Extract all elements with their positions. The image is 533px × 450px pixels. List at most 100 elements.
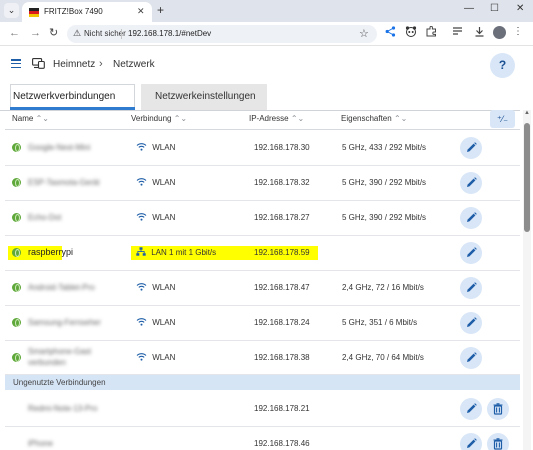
- browser-menu-icon[interactable]: ⋮: [513, 26, 523, 37]
- properties-cell: 5 GHz, 390 / 292 Mbit/s: [342, 213, 427, 222]
- sort-icon: ⌃⌄: [393, 114, 408, 123]
- breadcrumb-heimnetz[interactable]: Heimnetz: [53, 59, 95, 70]
- column-header-connection[interactable]: Verbindung ⌃⌄: [131, 114, 187, 123]
- scroll-up-arrow-icon[interactable]: ▲: [524, 110, 530, 116]
- profile-avatar[interactable]: [493, 26, 506, 39]
- column-header-properties[interactable]: Eigenschaften ⌃⌄: [341, 114, 407, 123]
- table-row[interactable]: Smartphone-Gast verbunden WLAN 192.168.1…: [5, 341, 520, 375]
- maximize-button[interactable]: ☐: [490, 3, 499, 14]
- online-globe-icon: [12, 178, 21, 187]
- ip-cell: 192.168.178.32: [254, 178, 310, 187]
- pencil-icon: [460, 317, 482, 336]
- ip-cell: 192.168.178.47: [254, 283, 310, 292]
- device-name[interactable]: ESP-Tasmota-Gerät: [28, 178, 100, 187]
- tab-divider: [0, 110, 520, 111]
- pencil-icon: [460, 177, 482, 196]
- table-row[interactable]: Android-Tablet-Pro WLAN 192.168.178.47 2…: [5, 271, 520, 306]
- column-header-name[interactable]: Name ⌃⌄: [12, 114, 49, 123]
- online-globe-icon: [12, 213, 21, 222]
- online-globe-icon: [12, 283, 21, 292]
- share-icon[interactable]: [385, 26, 396, 42]
- edit-button[interactable]: [460, 172, 482, 194]
- tab-netzwerkverbindungen-label: Netzwerkverbindungen: [13, 91, 116, 102]
- delete-button[interactable]: [487, 398, 509, 420]
- properties-cell: 5 GHz, 433 / 292 Mbit/s: [342, 143, 427, 152]
- device-name[interactable]: Redmi-Note-13-Pro: [28, 404, 97, 413]
- pencil-icon: [460, 247, 482, 266]
- reload-button[interactable]: ↻: [49, 27, 58, 39]
- reading-list-icon[interactable]: [452, 26, 463, 42]
- connection-cell: WLAN: [136, 212, 175, 222]
- table-row[interactable]: Google-Nest-Mini WLAN 192.168.178.30 5 G…: [5, 131, 520, 166]
- download-icon[interactable]: [474, 26, 485, 42]
- omnibox-divider: [121, 29, 122, 39]
- online-globe-icon: [12, 143, 21, 152]
- close-window-button[interactable]: ✕: [516, 3, 524, 14]
- ip-cell: 192.168.178.30: [254, 143, 310, 152]
- device-name[interactable]: Android-Tablet-Pro: [28, 283, 95, 292]
- ip-cell: 192.168.178.38: [254, 353, 310, 362]
- security-label[interactable]: Nicht sicher: [84, 29, 126, 38]
- wifi-icon: [136, 353, 150, 362]
- lan-icon: [136, 247, 149, 257]
- sort-options-button[interactable]: ⁺⁄₋: [490, 110, 515, 128]
- connection-cell: WLAN: [136, 352, 175, 362]
- edit-button[interactable]: [460, 207, 482, 229]
- back-button[interactable]: ←: [9, 27, 20, 39]
- browser-tab[interactable]: FRITZ!Box 7490 ✕: [22, 2, 152, 22]
- edit-button[interactable]: [460, 398, 482, 420]
- wifi-icon: [136, 178, 150, 187]
- ip-cell: 192.168.178.46: [254, 439, 310, 448]
- connection-cell: LAN 1 mit 1 Gbit/s: [136, 247, 216, 257]
- delete-button[interactable]: [487, 433, 509, 450]
- ip-cell: 192.168.178.24: [254, 318, 310, 327]
- url-text[interactable]: 192.168.178.1/#netDev: [128, 29, 211, 38]
- device-name[interactable]: Echo-Dot: [28, 213, 61, 222]
- extension-panda-icon[interactable]: [405, 26, 417, 42]
- table-row[interactable]: Redmi-Note-13-Pro 192.168.178.21: [5, 392, 520, 427]
- edit-button[interactable]: [460, 242, 482, 264]
- edit-button[interactable]: [460, 433, 482, 450]
- edit-button[interactable]: [460, 347, 482, 369]
- table-row[interactable]: ESP-Tasmota-Gerät WLAN 192.168.178.32 5 …: [5, 166, 520, 201]
- edit-button[interactable]: [460, 277, 482, 299]
- hamburger-menu-icon[interactable]: [11, 59, 21, 69]
- scrollbar-thumb[interactable]: [524, 123, 530, 232]
- device-name[interactable]: iPhone: [28, 439, 53, 448]
- breadcrumb-separator: ›: [99, 58, 103, 70]
- breadcrumb-current: Netzwerk: [113, 59, 155, 70]
- address-bar[interactable]: ⚠ Nicht sicher 192.168.178.1/#netDev ☆: [67, 25, 377, 43]
- device-name[interactable]: Samsung-Fernseher: [28, 318, 101, 327]
- wifi-icon: [136, 143, 150, 152]
- help-button[interactable]: ?: [490, 53, 515, 78]
- sort-icon: ⌃⌄: [290, 114, 305, 123]
- pencil-icon: [460, 142, 482, 161]
- connection-cell: WLAN: [136, 317, 175, 327]
- new-tab-button[interactable]: +: [157, 3, 164, 17]
- extensions-puzzle-icon[interactable]: [426, 25, 437, 42]
- table-row[interactable]: Echo-Dot WLAN 192.168.178.27 5 GHz, 390 …: [5, 201, 520, 236]
- tab-title: FRITZ!Box 7490: [44, 7, 103, 16]
- minimize-button[interactable]: —: [464, 3, 474, 14]
- bookmark-star-icon[interactable]: ☆: [359, 27, 369, 40]
- heimnetz-icon: [32, 58, 45, 69]
- properties-cell: 5 GHz, 390 / 292 Mbit/s: [342, 178, 427, 187]
- fritzbox-favicon-icon: [29, 8, 39, 17]
- table-row[interactable]: iPhone 192.168.178.46: [5, 427, 520, 450]
- tab-close-icon[interactable]: ✕: [137, 6, 145, 17]
- pencil-icon: [460, 212, 482, 231]
- browser-tabstrip: ⌄ FRITZ!Box 7490 ✕ + — ☐ ✕: [0, 0, 533, 22]
- column-header-ip[interactable]: IP-Adresse ⌃⌄: [249, 114, 304, 123]
- table-row[interactable]: Samsung-Fernseher WLAN 192.168.178.24 5 …: [5, 306, 520, 341]
- forward-button[interactable]: →: [30, 27, 41, 39]
- device-name[interactable]: Smartphone-Gast: [28, 347, 91, 356]
- device-name[interactable]: Google-Nest-Mini: [28, 143, 90, 152]
- connection-cell: WLAN: [136, 282, 175, 292]
- device-name[interactable]: raspberrypi: [28, 247, 73, 257]
- wifi-icon: [136, 213, 150, 222]
- edit-button[interactable]: [460, 312, 482, 334]
- header-divider: [5, 129, 520, 130]
- tab-list-button[interactable]: ⌄: [4, 3, 19, 18]
- edit-button[interactable]: [460, 137, 482, 159]
- table-row[interactable]: raspberrypi LAN 1 mit 1 Gbit/s 192.168.1…: [5, 236, 520, 271]
